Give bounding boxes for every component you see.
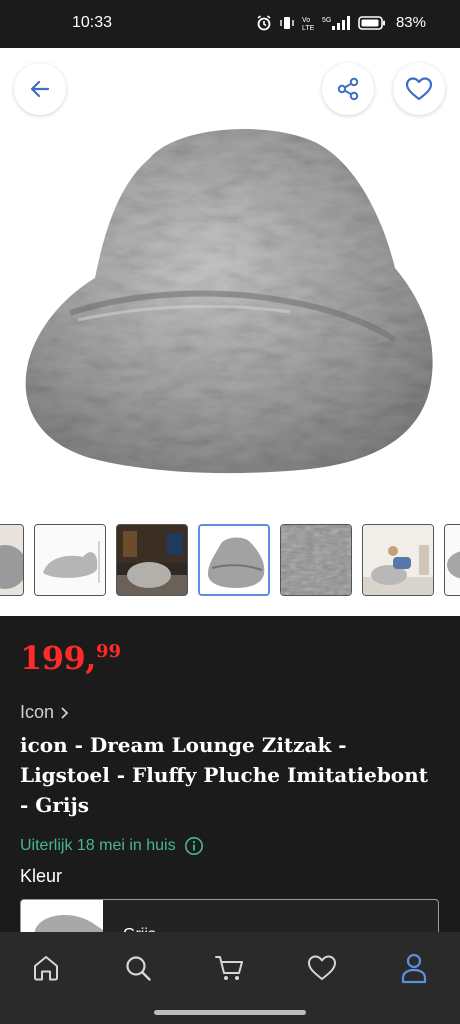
- thumbnail-image: [0, 525, 23, 595]
- delivery-text: Uiterlijk 18 mei in huis: [20, 837, 176, 854]
- chevron-right-icon: [61, 706, 69, 719]
- home-indicator[interactable]: [154, 1010, 306, 1015]
- 5g-signal-icon: 5G: [322, 15, 350, 30]
- back-button[interactable]: [14, 63, 66, 115]
- nav-cart[interactable]: [210, 948, 250, 988]
- svg-text:5G: 5G: [322, 17, 331, 24]
- thumbnail-selected[interactable]: [198, 524, 270, 596]
- thumbnail[interactable]: [34, 524, 106, 596]
- user-icon: [401, 953, 427, 984]
- share-icon: [337, 77, 359, 101]
- thumbnail-image: [445, 525, 460, 595]
- thumbnail-image: [117, 525, 187, 595]
- home-icon: [34, 956, 58, 981]
- thumbnail[interactable]: [444, 524, 460, 596]
- thumbnail-image: [281, 525, 351, 595]
- price: 199, 99: [20, 638, 121, 678]
- nav-account[interactable]: [394, 948, 434, 988]
- arrow-left-icon: [30, 80, 50, 98]
- heart-icon: [405, 77, 433, 101]
- product-info: 199, 99 Icon icon - Dream Lounge Zitzak …: [0, 616, 460, 959]
- nav-favorites[interactable]: [302, 948, 342, 988]
- thumbnail[interactable]: [362, 524, 434, 596]
- delivery-info: Uiterlijk 18 mei in huis: [20, 836, 204, 856]
- volte-icon: VoLTE: [302, 17, 314, 31]
- battery-icon: [358, 15, 385, 30]
- battery-percentage: 83%: [395, 14, 426, 31]
- search-icon: [126, 956, 151, 981]
- nav-search[interactable]: [118, 948, 158, 988]
- thumbnail-image: [35, 525, 105, 595]
- product-image-gallery[interactable]: [0, 48, 460, 510]
- thumbnail[interactable]: [116, 524, 188, 596]
- color-label: Kleur: [20, 866, 63, 886]
- favorite-button[interactable]: [393, 63, 445, 115]
- price-cents: 99: [95, 641, 121, 662]
- brand-name: Icon: [20, 702, 55, 722]
- thumbnail[interactable]: [280, 524, 352, 596]
- product-title: icon - Dream Lounge Zitzak - Ligstoel - …: [20, 733, 428, 817]
- product-image: [25, 128, 433, 474]
- status-bar: 10:33 Vo LTE 5G 83%: [0, 0, 460, 48]
- info-icon[interactable]: [184, 836, 204, 856]
- thumbnail-strip[interactable]: [0, 510, 460, 616]
- svg-text:Vo: Vo: [302, 17, 310, 24]
- status-icons: Vo LTE 5G 83%: [256, 14, 426, 31]
- vibrate-icon: [280, 16, 294, 29]
- svg-text:LTE: LTE: [302, 25, 314, 31]
- status-time: 10:33: [72, 14, 113, 31]
- alarm-icon: [257, 14, 271, 30]
- nav-home[interactable]: [26, 948, 66, 988]
- thumbnail-image: [200, 526, 268, 594]
- price-main: 199,: [20, 639, 96, 677]
- thumbnail-image: [363, 525, 433, 595]
- heart-icon: [308, 955, 336, 980]
- cart-icon: [215, 956, 243, 980]
- brand-link[interactable]: Icon: [20, 702, 70, 723]
- share-button[interactable]: [322, 63, 374, 115]
- thumbnail[interactable]: [0, 524, 24, 596]
